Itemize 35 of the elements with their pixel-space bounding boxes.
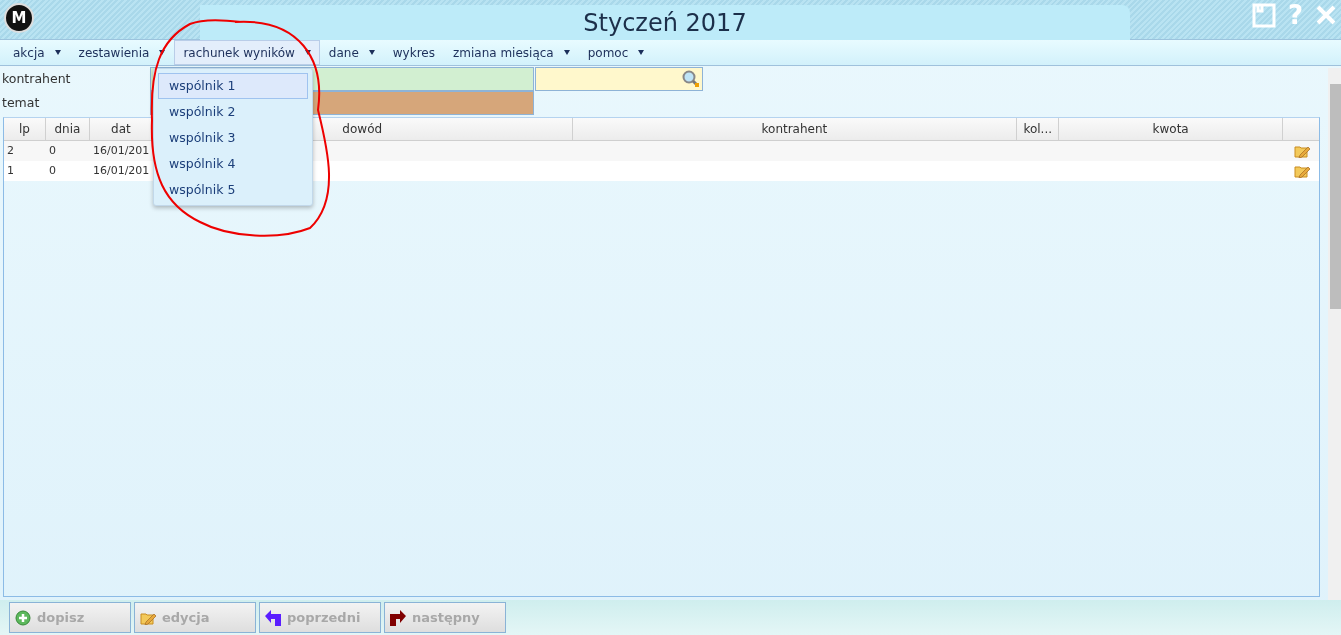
dropdown-item[interactable]: wspólnik 1	[158, 73, 308, 99]
table-cell-text: 0	[47, 142, 57, 159]
column-header[interactable]: dnia	[45, 118, 90, 140]
field-label: kontrahent	[1, 69, 72, 88]
column-header[interactable]: dat	[89, 118, 153, 140]
edit-icon	[140, 610, 156, 625]
dropdown-item[interactable]: wspólnik 4	[158, 151, 308, 177]
field-label: temat	[1, 93, 41, 112]
menu-item[interactable]: zestawienia	[69, 40, 175, 65]
scrollbar[interactable]	[1328, 68, 1341, 600]
menu-item[interactable]: zmiana miesiąca	[443, 40, 579, 65]
arrow-left-icon	[265, 609, 281, 626]
table-cell-text: 0	[47, 162, 57, 179]
table-cell-text: 2	[6, 142, 15, 159]
edit-icon[interactable]	[1294, 163, 1310, 178]
dropdown-item[interactable]: wspólnik 5	[158, 177, 308, 203]
logo: M	[4, 3, 34, 33]
table-cell-text: 16/01/201	[91, 162, 151, 179]
table-cell-text: 1	[6, 162, 15, 179]
arrow-right-icon	[390, 609, 406, 626]
menu-item[interactable]: dane	[319, 40, 384, 65]
menu-item[interactable]: pomoc	[578, 40, 654, 65]
table-cell-text: 16/01/201	[91, 142, 151, 159]
menu-item[interactable]: akcja	[4, 40, 70, 65]
column-header[interactable]: lp	[4, 118, 46, 140]
plus-icon	[15, 609, 31, 626]
column-header[interactable]: kol...	[1017, 118, 1060, 140]
column-header[interactable]: kontrahent	[572, 118, 1018, 140]
menu-item[interactable]: wykres	[383, 40, 444, 65]
window-title: Styczeń 2017	[583, 7, 747, 39]
column-header[interactable]: kwota	[1059, 118, 1284, 140]
search-field[interactable]	[535, 67, 703, 91]
edit-icon[interactable]	[1294, 143, 1310, 158]
menu-item[interactable]: rachunek wyników	[174, 40, 320, 65]
search-icon[interactable]	[682, 70, 700, 88]
